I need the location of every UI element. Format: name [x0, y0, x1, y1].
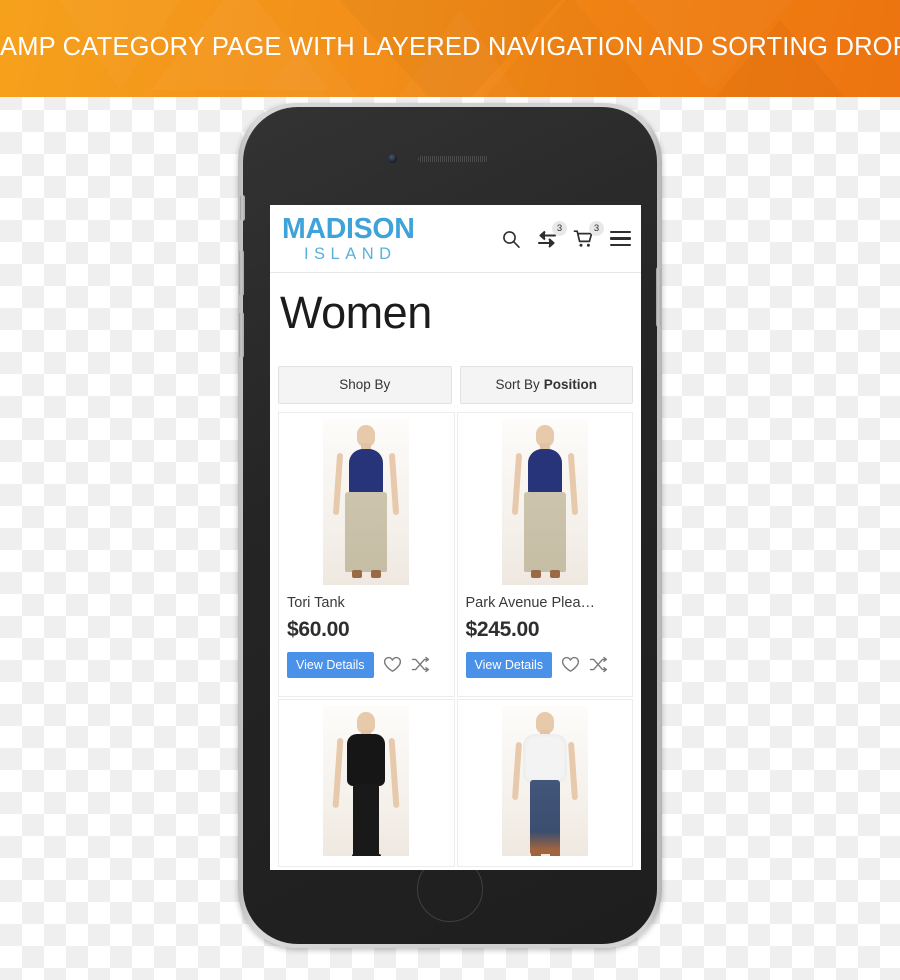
product-actions: View Details	[465, 651, 625, 678]
shuffle-icon[interactable]	[589, 656, 608, 673]
model-figure	[323, 705, 410, 856]
search-icon[interactable]	[501, 229, 521, 249]
sort-by-value: Position	[543, 377, 597, 393]
product-actions: View Details	[287, 651, 446, 678]
product-name: Park Avenue Plea…	[465, 594, 596, 611]
page-title: Women	[280, 287, 432, 338]
menu-bar	[610, 230, 631, 233]
logo-primary-text: MADISON	[282, 212, 415, 245]
menu-bar	[610, 244, 631, 247]
compare-count-badge: 3	[552, 220, 567, 236]
front-camera-icon	[388, 154, 397, 163]
product-card[interactable]: Park Avenue Plea… $245.00 View Details	[456, 411, 633, 697]
site-header: MADISON ISLAND 3 3	[270, 205, 641, 273]
sort-by-label: Sort By	[495, 377, 540, 393]
phone-body: MADISON ISLAND 3 3 Women Shop By Sort By…	[239, 107, 661, 944]
power-button[interactable]	[656, 267, 661, 327]
menu-bar	[610, 237, 631, 240]
model-figure	[501, 418, 588, 585]
home-button[interactable]	[417, 856, 483, 922]
banner-title: AMP CATEGORY PAGE WITH LAYERED NAVIGATIO…	[0, 33, 900, 61]
shop-by-button[interactable]: Shop By	[278, 365, 452, 404]
product-image[interactable]	[287, 705, 446, 856]
phone-screen: MADISON ISLAND 3 3 Women Shop By Sort By…	[270, 205, 641, 870]
category-toolbar: Shop By Sort By Position	[270, 339, 641, 404]
menu-icon[interactable]	[610, 230, 631, 247]
model-figure	[323, 418, 410, 585]
volume-up-button[interactable]	[239, 250, 244, 296]
model-figure	[501, 705, 588, 856]
product-image[interactable]	[465, 418, 624, 585]
cart-icon[interactable]: 3	[573, 220, 604, 249]
heart-icon[interactable]	[383, 656, 402, 673]
product-card[interactable]: Tori Tank $60.00 View Details	[278, 411, 455, 697]
product-price: $60.00	[287, 617, 350, 641]
site-logo[interactable]: MADISON ISLAND	[282, 212, 415, 263]
logo-secondary-text: ISLAND	[303, 245, 397, 263]
product-card[interactable]	[278, 698, 455, 867]
silence-switch[interactable]	[240, 195, 245, 221]
product-image[interactable]	[287, 418, 446, 585]
view-details-button[interactable]: View Details	[465, 651, 553, 678]
header-icon-group: 3 3	[501, 220, 631, 249]
volume-down-button[interactable]	[239, 312, 244, 358]
sort-by-dropdown[interactable]: Sort By Position	[459, 365, 633, 404]
page-banner: AMP CATEGORY PAGE WITH LAYERED NAVIGATIO…	[0, 0, 900, 97]
heart-icon[interactable]	[561, 656, 580, 673]
earpiece-speaker	[418, 156, 488, 162]
view-details-button[interactable]: View Details	[287, 651, 374, 678]
compare-icon[interactable]: 3	[536, 220, 567, 249]
product-card[interactable]	[456, 698, 633, 867]
shuffle-icon[interactable]	[411, 656, 430, 673]
product-name: Tori Tank	[287, 594, 345, 611]
product-image[interactable]	[465, 705, 624, 856]
shop-by-label: Shop By	[339, 377, 391, 393]
cart-count-badge: 3	[589, 220, 604, 236]
phone-mockup: MADISON ISLAND 3 3 Women Shop By Sort By…	[238, 103, 662, 948]
product-price: $245.00	[465, 617, 540, 641]
product-grid: Tori Tank $60.00 View Details Park Avenu…	[270, 404, 641, 867]
